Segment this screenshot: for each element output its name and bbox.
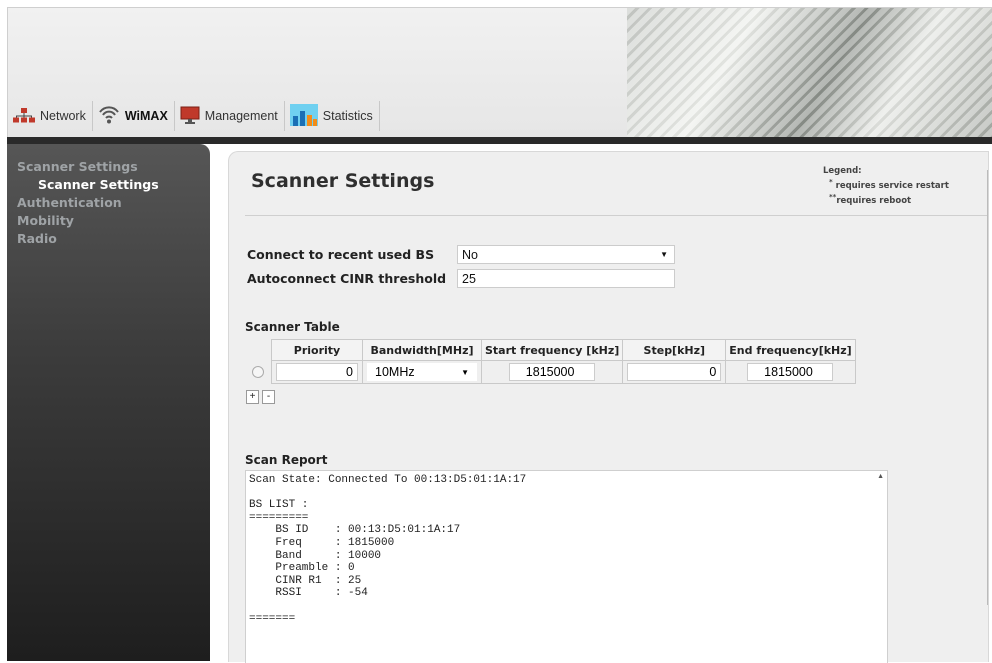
legend-reboot-text: requires reboot xyxy=(836,195,912,206)
cinr-threshold-input[interactable]: 25 xyxy=(457,269,675,288)
row-select-radio[interactable] xyxy=(252,366,264,378)
sidebar-item-scanner-settings[interactable]: Scanner Settings xyxy=(7,158,210,176)
priority-input[interactable]: 0 xyxy=(276,363,358,381)
step-cell: 0 xyxy=(622,360,727,384)
scan-report-text: Scan State: Connected To 00:13:D5:01:1A:… xyxy=(249,474,527,625)
chevron-down-icon: ▼ xyxy=(461,367,469,377)
step-input[interactable]: 0 xyxy=(627,363,722,381)
sidebar-subitem-scanner-settings[interactable]: Scanner Settings xyxy=(7,176,210,194)
remove-row-button[interactable]: - xyxy=(262,390,275,404)
page-scrollbar-edge[interactable] xyxy=(987,170,991,605)
tab-network[interactable]: Network xyxy=(8,101,93,131)
tab-wimax-label: WiMAX xyxy=(124,109,168,123)
main-panel: Scanner Settings Legend: * requires serv… xyxy=(228,151,989,663)
cinr-threshold-label: Autoconnect CINR threshold xyxy=(247,271,447,286)
table-header-step: Step[kHz] xyxy=(622,339,727,361)
scan-report-title: Scan Report xyxy=(245,453,328,467)
start-frequency-input[interactable]: 1815000 xyxy=(509,363,596,381)
scan-report-scrollbar[interactable]: ▲ xyxy=(873,471,887,663)
connect-recent-value: No xyxy=(462,247,478,262)
bandwidth-select[interactable]: 10MHz ▼ xyxy=(367,363,477,381)
end-frequency-cell: 1815000 xyxy=(725,360,856,384)
header-banner-image xyxy=(627,8,992,138)
sidebar: Scanner Settings Scanner Settings Authen… xyxy=(7,144,210,661)
title-divider xyxy=(245,215,987,216)
bandwidth-value: 10MHz xyxy=(375,365,415,379)
bandwidth-cell: 10MHz ▼ xyxy=(362,360,482,384)
start-frequency-cell: 1815000 xyxy=(480,360,624,384)
connect-recent-select[interactable]: No ▼ xyxy=(457,245,675,264)
header-divider xyxy=(7,137,992,144)
tab-wimax[interactable]: WiMAX xyxy=(93,101,175,131)
legend-reboot: **requires reboot xyxy=(823,192,949,207)
legend-restart: * requires service restart xyxy=(823,177,949,192)
cinr-threshold-value: 25 xyxy=(462,271,476,286)
scan-report-box[interactable]: Scan State: Connected To 00:13:D5:01:1A:… xyxy=(245,470,888,663)
wireless-antenna-icon xyxy=(98,105,120,128)
connect-recent-label: Connect to recent used BS xyxy=(247,247,435,262)
sidebar-item-authentication[interactable]: Authentication xyxy=(7,194,210,212)
scanner-table: Priority Bandwidth[MHz] Start frequency … xyxy=(245,339,856,384)
sidebar-item-mobility[interactable]: Mobility xyxy=(7,212,210,230)
chevron-down-icon: ▼ xyxy=(660,250,668,259)
table-header-bandwidth: Bandwidth[MHz] xyxy=(362,339,482,361)
tab-statistics[interactable]: Statistics xyxy=(285,101,380,131)
table-header-priority: Priority xyxy=(271,339,363,361)
top-nav-tabs: Network WiMAX Management Statistics xyxy=(8,99,380,133)
tab-statistics-label: Statistics xyxy=(322,109,373,123)
scanner-table-title: Scanner Table xyxy=(245,320,340,334)
legend-restart-text: requires service restart xyxy=(835,180,949,191)
header: Network WiMAX Management Statistics xyxy=(7,7,992,138)
scroll-up-icon[interactable]: ▲ xyxy=(877,473,884,480)
add-row-button[interactable]: + xyxy=(246,390,259,404)
bar-chart-icon xyxy=(289,103,318,129)
table-header-start-frequency: Start frequency [kHz] xyxy=(480,339,624,361)
network-icon xyxy=(13,107,35,126)
table-header-end-frequency: End frequency[kHz] xyxy=(725,339,856,361)
table-row: 0 10MHz ▼ 1815000 0 1815000 xyxy=(245,360,856,384)
tab-management[interactable]: Management xyxy=(175,101,285,131)
priority-cell: 0 xyxy=(271,360,363,384)
row-select-cell xyxy=(245,361,272,384)
tab-management-label: Management xyxy=(204,109,278,123)
table-header-select xyxy=(245,340,272,361)
sidebar-item-radio[interactable]: Radio xyxy=(7,230,210,248)
end-frequency-input[interactable]: 1815000 xyxy=(747,363,834,381)
tab-network-label: Network xyxy=(40,109,86,123)
monitor-icon xyxy=(180,106,200,127)
legend-title: Legend: xyxy=(823,166,862,176)
legend: Legend: * requires service restart **req… xyxy=(823,166,949,207)
page-title: Scanner Settings xyxy=(251,170,435,192)
legend-restart-mark: * xyxy=(829,178,833,186)
